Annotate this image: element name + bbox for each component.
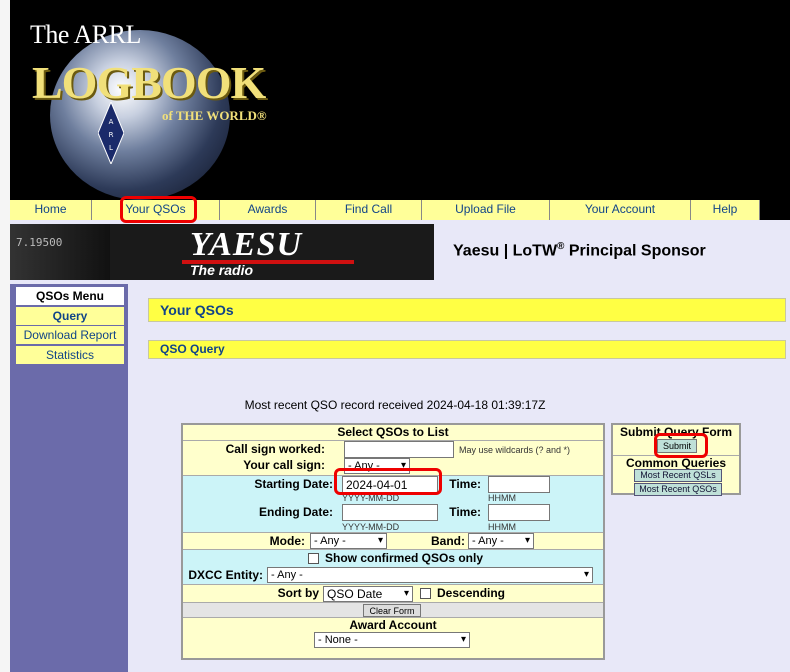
descending-checkbox[interactable] (420, 588, 431, 599)
form-title: Select QSOs to List (183, 425, 603, 441)
yaesu-tagline: The radio (190, 262, 254, 278)
date-rows: Starting Date: 2024-04-01 Time: YYYY-MM-… (183, 476, 603, 533)
nav-help[interactable]: Help (691, 200, 760, 220)
page-subtitle: QSO Query (148, 340, 786, 359)
radio-display: 7.19500 (16, 236, 63, 249)
nav-awards[interactable]: Awards (220, 200, 316, 220)
call-sign-row: Call sign worked: May use wildcards (? a… (183, 441, 603, 476)
query-form: Select QSOs to List Call sign worked: Ma… (181, 423, 605, 660)
clear-form-button[interactable]: Clear Form (363, 604, 421, 617)
main-nav: Home Your QSOs Awards Find Call Upload F… (10, 200, 790, 220)
menu-statistics[interactable]: Statistics (16, 346, 124, 364)
nav-your-account[interactable]: Your Account (550, 200, 691, 220)
sort-select[interactable]: QSO Date ▾ (323, 586, 413, 602)
end-date-hint: YYYY-MM-DD (342, 522, 400, 532)
svg-text:R: R (109, 131, 114, 139)
logo-the: The ARRL (30, 20, 141, 49)
logo-world: of THE WORLD® (162, 108, 267, 123)
dxcc-select[interactable]: - Any - ▾ (267, 567, 593, 583)
confirmed-checkbox[interactable] (308, 553, 319, 564)
clear-row: Clear Form (183, 603, 603, 618)
wildcard-hint: May use wildcards (? and *) (459, 445, 571, 455)
end-time-hint: HHMM (488, 522, 516, 532)
mode-band-row: Mode: - Any - ▾ Band: - Any - ▾ (183, 533, 603, 550)
end-date-input[interactable] (342, 504, 438, 521)
descending-label: Descending (437, 586, 506, 600)
submit-panel: Submit Query Form Submit Common Queries … (611, 423, 741, 496)
start-time-input[interactable] (488, 476, 550, 493)
band-select[interactable]: - Any - ▾ (468, 533, 534, 549)
start-time-label: Time: (449, 477, 481, 491)
common-queries-title: Common Queries (613, 455, 739, 470)
sponsor-text: Yaesu | LoTW® Principal Sponsor (453, 241, 706, 260)
most-recent-qsos-button[interactable]: Most Recent QSOs (634, 483, 722, 496)
most-recent-qsls-button[interactable]: Most Recent QSLs (634, 469, 722, 482)
svg-text:A: A (109, 118, 114, 126)
logo-logbook: LOGBOOK (32, 57, 266, 108)
start-date-input[interactable]: 2024-04-01 (342, 476, 438, 493)
your-call-select[interactable]: - Any - ▾ (344, 458, 410, 474)
nav-upload-file[interactable]: Upload File (422, 200, 550, 220)
award-row: Award Account - None - ▾ (183, 618, 603, 658)
sponsor-banner[interactable]: 7.19500 YAESU The radio (10, 224, 434, 280)
your-call-label: Your call sign: (243, 458, 325, 472)
radio-image: 7.19500 (10, 224, 110, 280)
header-banner: The ARRL LOGBOOK of THE WORLD® A R L (10, 0, 790, 200)
arrl-diamond-icon: A R L (98, 102, 124, 164)
call-worked-input[interactable] (344, 441, 454, 458)
dxcc-label: DXCC Entity: (188, 568, 263, 582)
end-time-label: Time: (449, 505, 481, 519)
yaesu-logo: YAESU (190, 226, 303, 263)
sort-row: Sort by QSO Date ▾ Descending (183, 585, 603, 603)
mode-select[interactable]: - Any - ▾ (310, 533, 387, 549)
start-time-hint: HHMM (488, 493, 516, 503)
award-select[interactable]: - None - ▾ (314, 632, 470, 648)
confirmed-dxcc-row: Show confirmed QSOs only DXCC Entity: - … (183, 550, 603, 585)
menu-query[interactable]: Query (16, 307, 124, 325)
nav-your-qsos[interactable]: Your QSOs (92, 200, 220, 220)
qsos-menu: QSOs Menu Query Download Report Statisti… (10, 284, 128, 672)
svg-text:L: L (109, 144, 113, 152)
nav-home[interactable]: Home (10, 200, 92, 220)
recent-record-text: Most recent QSO record received 2024-04-… (244, 398, 546, 412)
nav-find-call[interactable]: Find Call (316, 200, 422, 220)
qsos-menu-title: QSOs Menu (16, 287, 124, 305)
submit-title: Submit Query Form (619, 425, 732, 439)
confirmed-label: Show confirmed QSOs only (325, 551, 484, 565)
call-worked-label: Call sign worked: (225, 442, 325, 456)
menu-download-report[interactable]: Download Report (16, 326, 124, 344)
start-date-hint: YYYY-MM-DD (342, 493, 400, 503)
page-title: Your QSOs (148, 298, 786, 322)
end-time-input[interactable] (488, 504, 550, 521)
submit-button[interactable]: Submit (657, 439, 697, 453)
band-label: Band: (431, 534, 465, 548)
award-title: Award Account (349, 618, 437, 632)
mode-label: Mode: (269, 534, 305, 548)
sort-label: Sort by (277, 586, 319, 600)
start-date-label: Starting Date: (254, 477, 333, 491)
end-date-label: Ending Date: (259, 505, 333, 519)
